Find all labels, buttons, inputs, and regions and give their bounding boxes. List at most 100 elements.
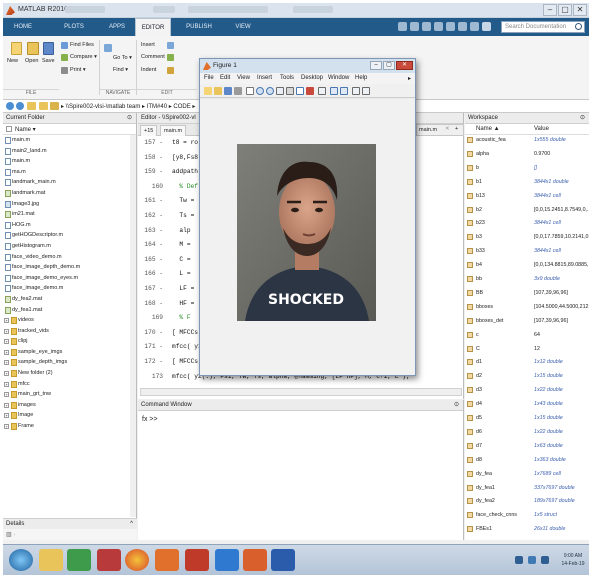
minimize-button[interactable]: –	[543, 4, 557, 16]
workspace-variable-row[interactable]: face_check_cnns 1x5 struct	[465, 510, 589, 521]
file-list-item[interactable]: face_image_demo.m	[3, 283, 136, 294]
command-prompt[interactable]: fx >>	[142, 416, 158, 423]
editor-tab-main-right[interactable]: main.m ✕ +	[416, 124, 464, 136]
file-list-item[interactable]: landmark.mat	[3, 188, 136, 199]
insert-button[interactable]: Insert	[141, 42, 155, 48]
expand-icon[interactable]: +	[4, 339, 9, 345]
powerpoint-icon[interactable]	[243, 549, 267, 571]
forward-arrow-icon[interactable]	[16, 102, 24, 110]
figure-close-button[interactable]: ✕	[396, 61, 413, 70]
search-documentation-input[interactable]: Search Documentation	[501, 21, 585, 33]
save-figure-icon[interactable]	[224, 87, 232, 95]
folder-list-item[interactable]: + main_grt_tnw	[3, 389, 136, 400]
file-list-item[interactable]: main.m	[3, 156, 136, 167]
workspace-variable-row[interactable]: dy_fea1 337x7697 double	[465, 483, 589, 494]
file-list-item[interactable]: getHOGDescriptor.m	[3, 230, 136, 241]
menu-insert[interactable]: Insert	[257, 75, 272, 81]
find-button[interactable]: Find ▾	[113, 67, 128, 73]
expand-icon[interactable]: +	[4, 402, 9, 408]
browse-folder-icon[interactable]	[39, 102, 48, 110]
save-icon[interactable]	[43, 42, 54, 55]
rotate-3d-icon[interactable]	[286, 87, 294, 95]
file-list-item[interactable]: main2_land.m	[3, 146, 136, 157]
file-list-item[interactable]: getHistogram.m	[3, 241, 136, 252]
network-icon[interactable]	[515, 556, 523, 564]
file-list-item[interactable]: face_image_demo_eyes.m	[3, 273, 136, 284]
folder-list-item[interactable]: + Image	[3, 410, 136, 421]
help-quick-icon[interactable]	[482, 22, 491, 31]
menu-edit[interactable]: Edit	[220, 75, 230, 81]
new-button[interactable]: New	[7, 58, 18, 64]
workspace-variable-row[interactable]: b1 3844x1 double	[465, 177, 589, 188]
save-button[interactable]: Save	[42, 58, 55, 64]
workspace-variable-row[interactable]: alpha 0.9700	[465, 149, 589, 160]
menu-desktop[interactable]: Desktop	[301, 75, 323, 81]
chrome-icon[interactable]	[125, 549, 149, 571]
insert-colorbar-icon[interactable]	[330, 87, 338, 95]
switch-windows-quick-icon[interactable]	[470, 22, 479, 31]
open-button[interactable]: Open	[25, 58, 38, 64]
open-folder-icon[interactable]	[27, 42, 39, 55]
command-window[interactable]: Command Window ⊙ fx >>	[138, 400, 464, 540]
workspace-variable-row[interactable]: b33 3844x1 cell	[465, 246, 589, 257]
expand-icon[interactable]: +	[4, 424, 9, 430]
menu-overflow-icon[interactable]: ▸	[408, 75, 411, 82]
folder-list-item[interactable]: + Frame	[3, 421, 136, 432]
workspace-variable-row[interactable]: b13 3844x1 cell	[465, 191, 589, 202]
up-folder-icon[interactable]	[27, 102, 36, 110]
menu-view[interactable]: View	[237, 75, 250, 81]
figure-window[interactable]: Figure 1 – ▢ ✕ File Edit View Insert Too…	[199, 58, 416, 376]
workspace-variable-row[interactable]: d5 1x15 double	[465, 413, 589, 424]
workspace-variable-row[interactable]: C 12	[465, 344, 589, 355]
flag-icon[interactable]	[541, 556, 549, 564]
word-icon[interactable]	[271, 549, 295, 571]
panel-actions-icon[interactable]: ⊙	[580, 114, 585, 121]
file-list-item[interactable]: im21.mat	[3, 209, 136, 220]
comment-percent-icon[interactable]	[167, 54, 174, 61]
compare-button[interactable]: Compare ▾	[70, 54, 97, 60]
file-explorer-icon[interactable]	[39, 549, 63, 571]
undo-quick-icon[interactable]	[446, 22, 455, 31]
name-column-header[interactable]: Name ▾	[3, 124, 136, 135]
paste-quick-icon[interactable]	[434, 22, 443, 31]
insert-legend-icon[interactable]	[340, 87, 348, 95]
pdf-reader-icon[interactable]	[97, 549, 121, 571]
file-list-item[interactable]: HOG.m	[3, 220, 136, 231]
start-button-icon[interactable]	[9, 549, 33, 571]
expand-icon[interactable]: +	[4, 413, 9, 419]
name-column-header[interactable]: Name ▲	[476, 126, 500, 132]
folder-path[interactable]: ▸ \\Spire002-vlsi-\matlab team ▸ ITM#40 …	[61, 103, 195, 110]
folder-list-item[interactable]: + videos	[3, 315, 136, 326]
file-list-item[interactable]: dy_fea1.mat	[3, 305, 136, 316]
file-list-item[interactable]: ma.m	[3, 167, 136, 178]
acrobat-icon[interactable]	[185, 549, 209, 571]
zoom-in-icon[interactable]	[256, 87, 264, 95]
workspace-variable-row[interactable]: dy_fea2 189x7697 double	[465, 496, 589, 507]
workspace-variable-row[interactable]: c 64	[465, 330, 589, 341]
figure-minimize-button[interactable]: –	[370, 61, 382, 70]
volume-icon[interactable]	[528, 556, 536, 564]
menu-help[interactable]: Help	[355, 75, 367, 81]
print-button[interactable]: Print ▾	[70, 67, 86, 73]
folder-list-item[interactable]: + mfcc	[3, 379, 136, 390]
workspace-variable-row[interactable]: d4 1x43 double	[465, 399, 589, 410]
data-cursor-icon[interactable]	[296, 87, 304, 95]
expand-icon[interactable]: +	[4, 371, 9, 377]
workspace-variable-row[interactable]: b2 [0,0,15.2451,8.7549,0,...	[465, 205, 589, 216]
expand-icon[interactable]: +	[4, 349, 9, 355]
chevron-up-icon[interactable]: ^	[130, 521, 133, 527]
pan-icon[interactable]	[276, 87, 284, 95]
expand-icon[interactable]: +	[4, 328, 9, 334]
details-panel-header[interactable]: Details ^	[3, 518, 137, 529]
brush-icon[interactable]	[306, 87, 314, 95]
redo-quick-icon[interactable]	[458, 22, 467, 31]
cut-quick-icon[interactable]	[410, 22, 419, 31]
new-figure-icon[interactable]	[204, 87, 212, 95]
panel-actions-icon[interactable]: ⊙	[127, 114, 132, 121]
tab-view[interactable]: VIEW	[228, 18, 258, 36]
workspace-variable-row[interactable]: d3 1x22 double	[465, 385, 589, 396]
back-arrow-icon[interactable]	[6, 102, 14, 110]
folder-list-item[interactable]: + New folder (2)	[3, 368, 136, 379]
expand-icon[interactable]: +	[4, 318, 9, 324]
app-taskbar-icon[interactable]	[215, 549, 239, 571]
